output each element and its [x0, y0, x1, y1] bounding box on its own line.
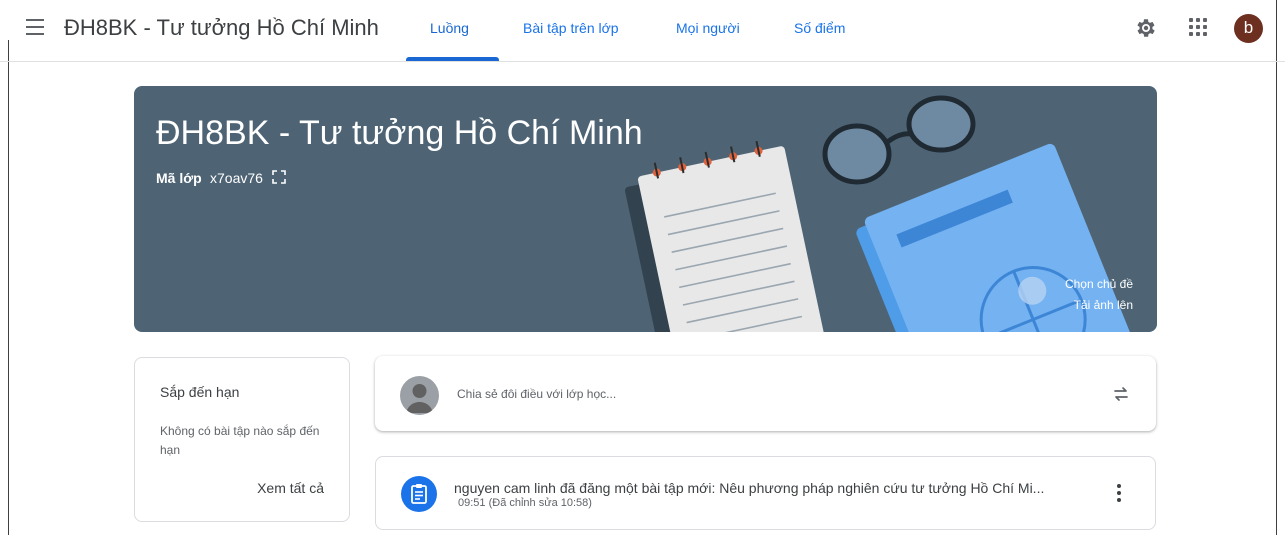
assignment-icon [401, 476, 437, 512]
tab-people[interactable]: Mọi người [676, 20, 740, 36]
window-border-left [8, 40, 9, 535]
choose-theme-link[interactable]: Chọn chủ đề [1065, 277, 1133, 291]
share-input-placeholder[interactable]: Chia sẻ đôi điều với lớp học... [457, 387, 616, 401]
classroom-page: ĐH8BK - Tư tưởng Hồ Chí Minh Luồng Bài t… [0, 0, 1285, 535]
class-code-label: Mã lớp [156, 170, 202, 186]
stream-post[interactable]: nguyen cam linh đã đăng một bài tập mới:… [375, 456, 1156, 530]
menu-icon[interactable] [26, 19, 44, 35]
apps-icon[interactable] [1189, 18, 1209, 38]
view-all-link[interactable]: Xem tất cả [257, 480, 324, 496]
banner-class-title: ĐH8BK - Tư tưởng Hồ Chí Minh [156, 114, 643, 152]
window-border-right [1276, 0, 1277, 535]
repost-icon[interactable] [1111, 384, 1131, 404]
class-title[interactable]: ĐH8BK - Tư tưởng Hồ Chí Minh [64, 15, 379, 41]
gear-icon[interactable] [1134, 16, 1158, 40]
tab-classwork[interactable]: Bài tập trên lớp [523, 20, 619, 36]
active-tab-indicator [406, 57, 499, 61]
upcoming-card: Sắp đến hạn Không có bài tập nào sắp đến… [134, 357, 350, 522]
upcoming-title: Sắp đến hạn [160, 384, 240, 400]
class-code-value: x7oav76 [210, 170, 263, 186]
top-app-bar: ĐH8BK - Tư tưởng Hồ Chí Minh Luồng Bài t… [0, 0, 1285, 62]
post-title[interactable]: nguyen cam linh đã đăng một bài tập mới:… [454, 480, 1044, 496]
user-avatar [400, 376, 439, 415]
share-with-class-box[interactable]: Chia sẻ đôi điều với lớp học... [375, 356, 1156, 431]
post-timestamp: 09:51 (Đã chỉnh sửa 10:58) [458, 497, 592, 509]
tab-stream[interactable]: Luồng [430, 20, 469, 36]
tab-grades[interactable]: Số điểm [794, 20, 845, 36]
upcoming-empty-text: Không có bài tập nào sắp đến hạn [160, 424, 320, 457]
more-options-icon[interactable] [1114, 484, 1124, 504]
upload-photo-link[interactable]: Tải ảnh lên [1074, 298, 1133, 312]
class-banner: ĐH8BK - Tư tưởng Hồ Chí Minh Mã lớp x7oa… [134, 86, 1157, 332]
person-icon [406, 384, 433, 413]
account-avatar[interactable]: b [1234, 14, 1263, 43]
fullscreen-icon[interactable] [272, 170, 286, 184]
